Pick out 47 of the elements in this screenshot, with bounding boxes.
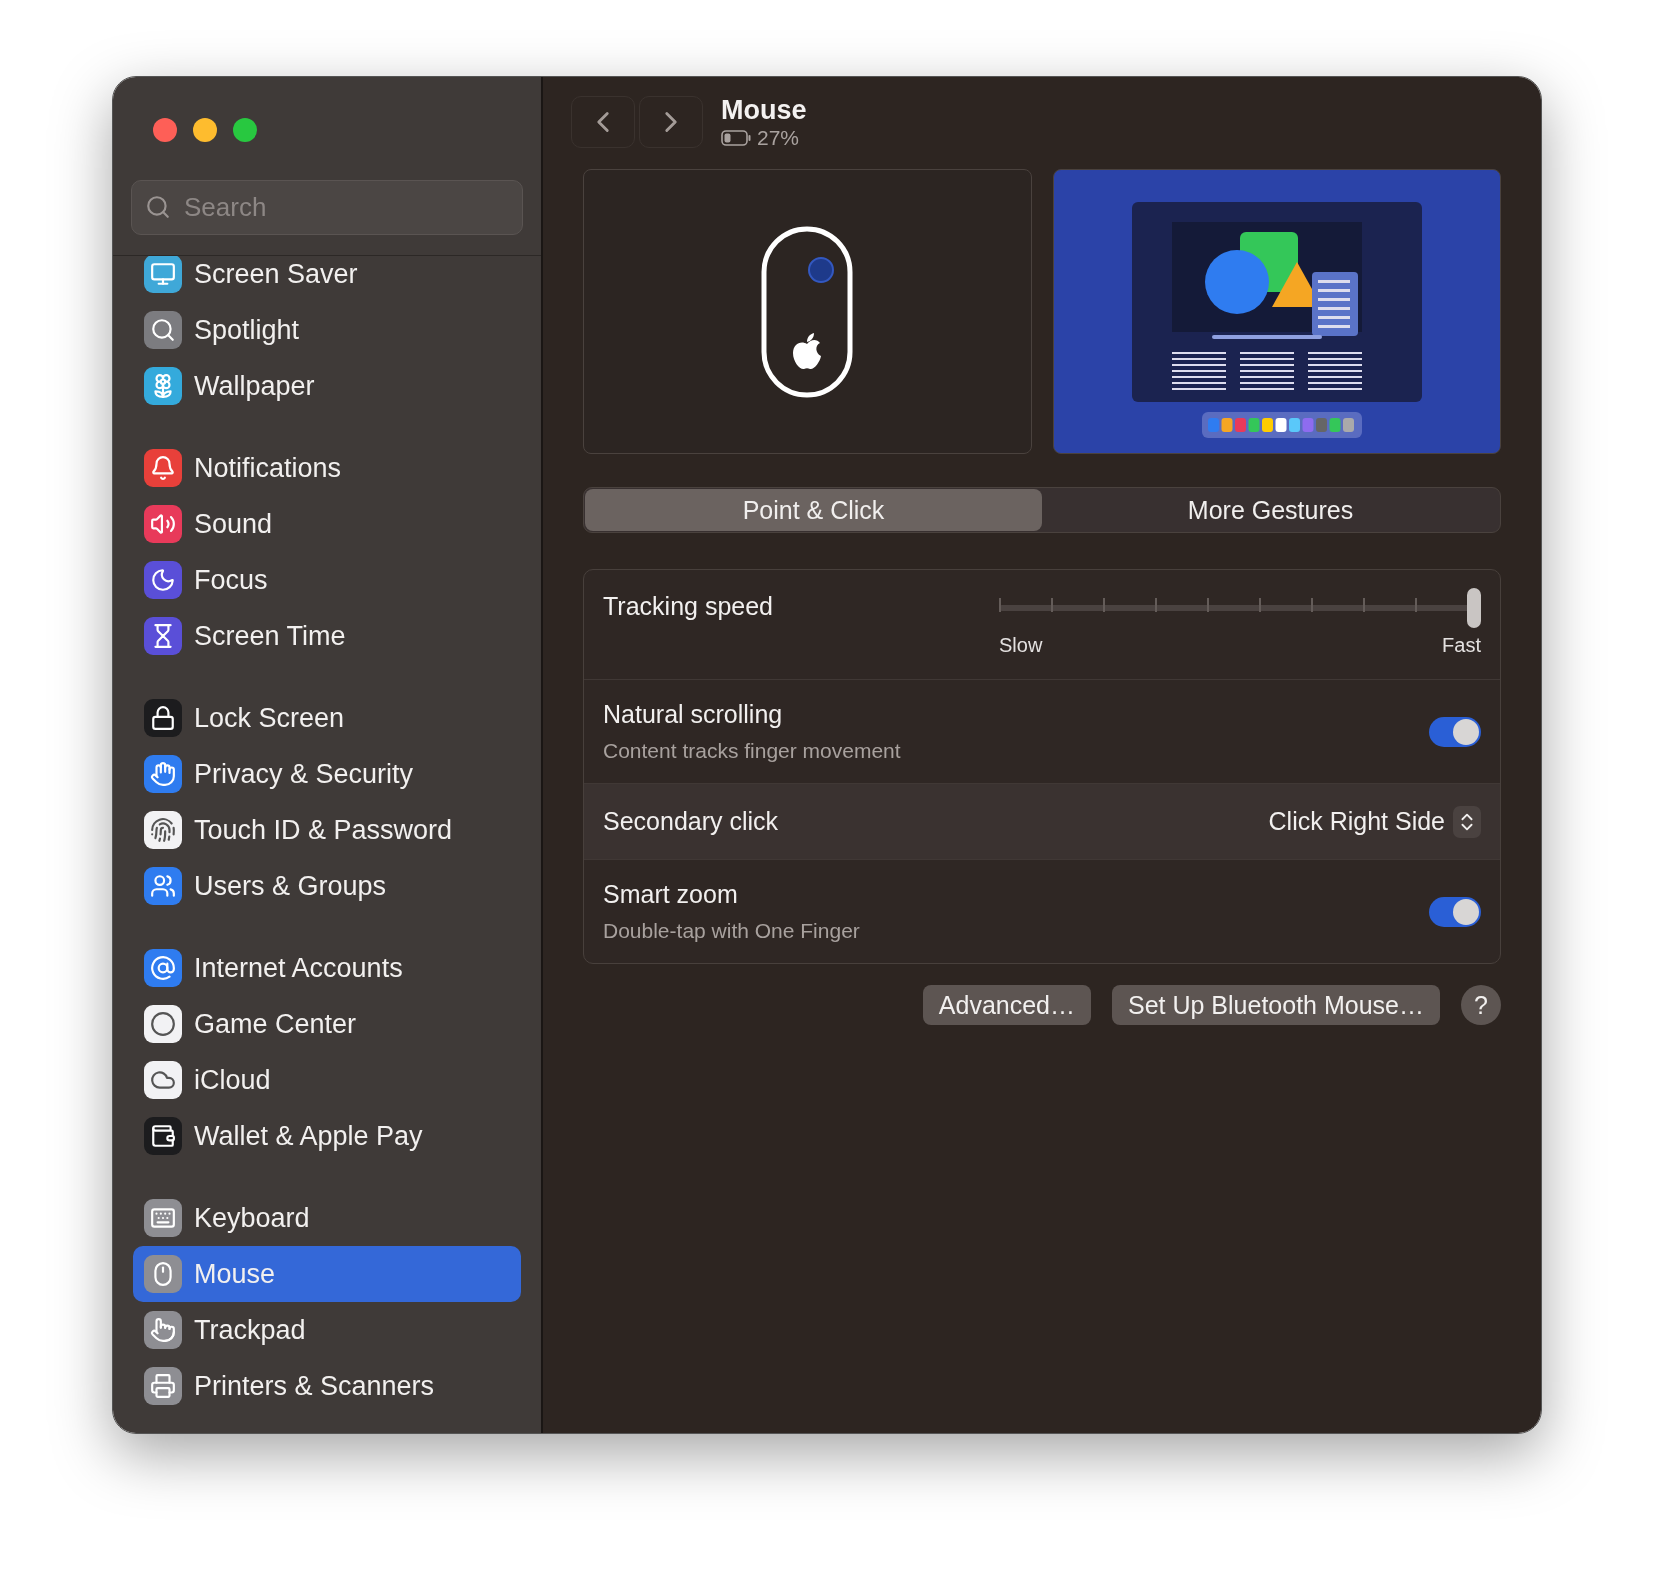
search-field[interactable]: Search bbox=[131, 180, 523, 235]
sidebar-item[interactable]: Spotlight bbox=[133, 302, 521, 358]
sidebar-item[interactable]: Game Center bbox=[133, 996, 521, 1052]
toggle-switch[interactable] bbox=[1429, 716, 1481, 747]
sidebar-item[interactable]: Internet Accounts bbox=[133, 940, 521, 996]
push-button[interactable]: Set Up Bluetooth Mouse… bbox=[1112, 985, 1440, 1025]
battery-level: 27% bbox=[757, 125, 800, 150]
slider-thumb[interactable] bbox=[1467, 588, 1481, 628]
zoom-button[interactable] bbox=[233, 118, 257, 142]
tab[interactable]: Point & Click bbox=[585, 489, 1042, 531]
battery-icon bbox=[721, 129, 751, 146]
sidebar-item[interactable]: Sound bbox=[133, 496, 521, 552]
sidebar-item[interactable]: Keyboard bbox=[133, 1190, 521, 1246]
sidebar-item[interactable]: Mouse bbox=[133, 1246, 521, 1302]
sidebar-item[interactable]: iCloud bbox=[133, 1052, 521, 1108]
sidebar-item[interactable]: Wallpaper bbox=[133, 358, 521, 414]
help-button[interactable]: ? bbox=[1461, 985, 1501, 1025]
sidebar-item[interactable]: Screen Time bbox=[133, 608, 521, 664]
setting-label: Natural scrolling bbox=[603, 700, 784, 729]
setting-description: Double-tap with One Finger bbox=[603, 919, 860, 943]
setting-label: Secondary click bbox=[603, 807, 779, 836]
back-button[interactable] bbox=[571, 96, 635, 148]
sidebar-item[interactable]: Privacy & Security bbox=[133, 746, 521, 802]
sidebar-item[interactable]: Wallet & Apple Pay bbox=[133, 1108, 521, 1164]
sidebar-item[interactable]: Printers & Scanners bbox=[133, 1358, 521, 1414]
slider-min-label: Slow bbox=[999, 634, 1043, 657]
setting-label: Tracking speed bbox=[603, 592, 773, 621]
sidebar-item[interactable]: Screen Saver bbox=[133, 256, 521, 302]
sidebar-item[interactable]: Users & Groups bbox=[133, 858, 521, 914]
sidebar-item[interactable]: Notifications bbox=[133, 440, 521, 496]
close-button[interactable] bbox=[153, 118, 177, 142]
toggle-switch[interactable] bbox=[1429, 896, 1481, 927]
window-title: Mouse bbox=[721, 94, 807, 126]
forward-button[interactable] bbox=[639, 96, 703, 148]
sidebar-item[interactable]: Focus bbox=[133, 552, 521, 608]
slider-max-label: Fast bbox=[1442, 634, 1481, 657]
tab[interactable]: More Gestures bbox=[1042, 489, 1499, 531]
setting-label: Smart zoom bbox=[603, 880, 739, 909]
sidebar-item[interactable]: Lock Screen bbox=[133, 690, 521, 746]
minimize-button[interactable] bbox=[193, 118, 217, 142]
setting-description: Content tracks finger movement bbox=[603, 739, 901, 763]
push-button[interactable]: Advanced… bbox=[922, 985, 1091, 1025]
search-icon bbox=[145, 194, 171, 220]
sidebar-item[interactable]: Touch ID & Password bbox=[133, 802, 521, 858]
sidebar-item[interactable]: Trackpad bbox=[133, 1302, 521, 1358]
popup-button[interactable]: Click Right Side bbox=[1268, 805, 1481, 838]
speed-slider[interactable] bbox=[999, 588, 1481, 628]
